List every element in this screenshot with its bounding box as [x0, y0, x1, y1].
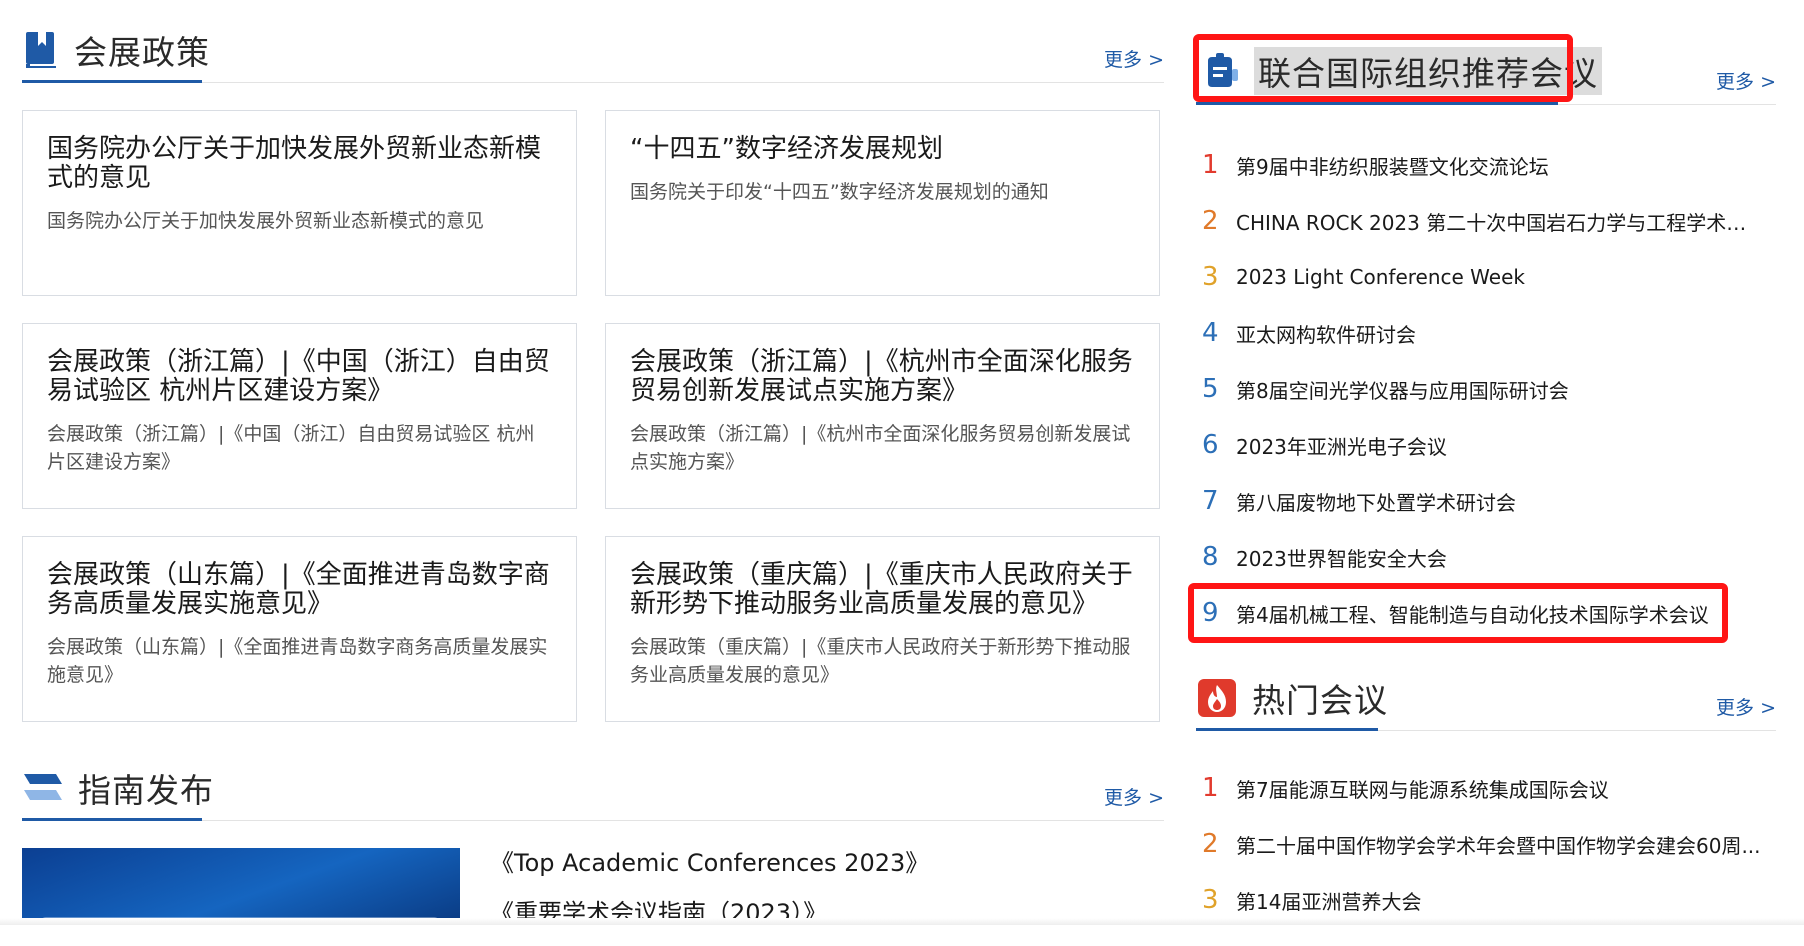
conference-link[interactable]: 第7届能源互联网与能源系统集成国际会议	[1236, 774, 1609, 803]
rank-number: 6	[1202, 430, 1219, 460]
rank-number: 5	[1202, 374, 1219, 404]
rank-number: 4	[1202, 318, 1219, 348]
hot-title-wrap: 热门会议	[1196, 668, 1387, 731]
list-item[interactable]: 2 第二十届中国作物学会学术年会暨中国作物学会建会60周...	[1196, 816, 1776, 872]
rank-number: 3	[1202, 262, 1219, 292]
guide-more-link[interactable]: 更多 >	[1104, 783, 1164, 810]
hot-more-link[interactable]: 更多 >	[1716, 693, 1776, 720]
policy-card-desc: 会展政策（浙江篇）|《中国（浙江）自由贸易试验区 杭州片区建设方案》	[47, 423, 535, 473]
policy-card[interactable]: “十四五”数字经济发展规划 国务院关于印发“十四五”数字经济发展规划的通知	[605, 110, 1160, 296]
policy-card-title[interactable]: 会展政策（重庆篇）|《重庆市人民政府关于新形势下推动服务业高质量发展的意见》	[630, 561, 1135, 619]
intl-title: 联合国际组织推荐会议	[1254, 47, 1602, 95]
policy-card[interactable]: 会展政策（重庆篇）|《重庆市人民政府关于新形势下推动服务业高质量发展的意见》 会…	[605, 536, 1160, 722]
rank-number: 1	[1202, 773, 1219, 803]
conference-link[interactable]: 亚太网构软件研讨会	[1236, 319, 1416, 348]
intl-title-wrap: 联合国际组织推荐会议	[1196, 40, 1602, 105]
conference-link[interactable]: 2023 Light Conference Week	[1236, 265, 1525, 289]
book-icon	[22, 30, 60, 70]
intl-rank-list: 1 第9届中非纺织服装暨文化交流论坛 2 CHINA ROCK 2023 第二十…	[1196, 137, 1776, 641]
policy-card-desc: 会展政策（浙江篇）|《杭州市全面深化服务贸易创新发展试点实施方案》	[630, 423, 1131, 473]
conference-link[interactable]: 第8届空间光学仪器与应用国际研讨会	[1236, 375, 1569, 404]
list-item[interactable]: 5 第8届空间光学仪器与应用国际研讨会	[1196, 361, 1776, 417]
rank-number: 7	[1202, 486, 1219, 516]
policy-card-desc: 会展政策（重庆篇）|《重庆市人民政府关于新形势下推动服务业高质量发展的意见》	[630, 636, 1131, 686]
policy-card-title[interactable]: 会展政策（浙江篇）|《杭州市全面深化服务贸易创新发展试点实施方案》	[630, 348, 1135, 406]
list-item[interactable]: 8 2023世界智能安全大会	[1196, 529, 1776, 585]
list-item[interactable]: 2 CHINA ROCK 2023 第二十次中国岩石力学与工程学术年会	[1196, 193, 1776, 249]
list-item[interactable]: 3 2023 Light Conference Week	[1196, 249, 1776, 305]
guide-banner-image[interactable]	[22, 848, 460, 925]
guide-list: 《Top Academic Conferences 2023》 《重要学术会议指…	[490, 846, 929, 946]
policy-section-header: 会展政策 更多 >	[22, 20, 1164, 83]
guide-title: 指南发布	[78, 771, 214, 810]
conference-link[interactable]: 2023世界智能安全大会	[1236, 543, 1447, 572]
rank-number: 9	[1202, 598, 1219, 628]
recommend-icon	[1200, 51, 1240, 91]
policy-card-desc: 国务院办公厅关于加快发展外贸新业态新模式的意见	[47, 210, 485, 232]
guide-item[interactable]: 《Top Academic Conferences 2023》	[490, 846, 929, 896]
rank-number: 8	[1202, 542, 1219, 572]
guide-section-header: 指南发布 更多 >	[22, 758, 1164, 821]
list-item[interactable]: 1 第7届能源互联网与能源系统集成国际会议	[1196, 760, 1776, 816]
list-item[interactable]: 1 第9届中非纺织服装暨文化交流论坛	[1196, 137, 1776, 193]
policy-card-title[interactable]: 会展政策（山东篇）|《全面推进青岛数字商务高质量发展实施意见》	[47, 561, 552, 619]
guide-title-wrap: 指南发布	[22, 758, 213, 821]
policy-title-wrap: 会展政策	[22, 20, 209, 83]
conference-link[interactable]: 第八届废物地下处置学术研讨会	[1236, 487, 1516, 516]
policy-card-desc: 会展政策（山东篇）|《全面推进青岛数字商务高质量发展实施意见》	[47, 636, 548, 686]
policy-title: 会展政策	[74, 33, 210, 72]
hot-rank-list: 1 第7届能源互联网与能源系统集成国际会议 2 第二十届中国作物学会学术年会暨中…	[1196, 760, 1776, 928]
hot-section-header: 热门会议 更多 >	[1196, 668, 1776, 731]
list-item[interactable]: 4 亚太网构软件研讨会	[1196, 305, 1776, 361]
intl-section-header: 联合国际组织推荐会议 更多 >	[1196, 40, 1776, 105]
list-item[interactable]: 9 第4届机械工程、智能制造与自动化技术国际学术会议	[1196, 585, 1776, 641]
policy-card[interactable]: 会展政策（山东篇）|《全面推进青岛数字商务高质量发展实施意见》 会展政策（山东篇…	[22, 536, 577, 722]
policy-card-title[interactable]: 国务院办公厅关于加快发展外贸新业态新模式的意见	[47, 135, 552, 193]
rank-number: 2	[1202, 206, 1219, 236]
policy-card-desc: 国务院关于印发“十四五”数字经济发展规划的通知	[630, 181, 1049, 203]
policy-more-link[interactable]: 更多 >	[1104, 45, 1164, 72]
hot-title: 热门会议	[1252, 681, 1388, 720]
flame-icon	[1196, 677, 1238, 719]
rank-number: 3	[1202, 885, 1219, 915]
policy-card[interactable]: 国务院办公厅关于加快发展外贸新业态新模式的意见 国务院办公厅关于加快发展外贸新业…	[22, 110, 577, 296]
conference-link[interactable]: 2023年亚洲光电子会议	[1236, 431, 1447, 460]
rank-number: 1	[1202, 150, 1219, 180]
conference-link[interactable]: 第9届中非纺织服装暨文化交流论坛	[1236, 151, 1549, 180]
policy-card-title[interactable]: 会展政策（浙江篇）|《中国（浙江）自由贸易试验区 杭州片区建设方案》	[47, 348, 552, 406]
page-bottom-edge	[0, 918, 1804, 925]
guide-icon	[22, 770, 64, 806]
intl-more-link[interactable]: 更多 >	[1716, 67, 1776, 94]
conference-link[interactable]: 第4届机械工程、智能制造与自动化技术国际学术会议	[1236, 599, 1709, 628]
list-item[interactable]: 7 第八届废物地下处置学术研讨会	[1196, 473, 1776, 529]
policy-card-title[interactable]: “十四五”数字经济发展规划	[630, 135, 1135, 164]
conference-link[interactable]: 第14届亚洲营养大会	[1236, 886, 1421, 915]
conference-link[interactable]: CHINA ROCK 2023 第二十次中国岩石力学与工程学术年会	[1236, 207, 1766, 236]
conference-link[interactable]: 第二十届中国作物学会学术年会暨中国作物学会建会60周...	[1236, 830, 1761, 859]
policy-card[interactable]: 会展政策（浙江篇）|《杭州市全面深化服务贸易创新发展试点实施方案》 会展政策（浙…	[605, 323, 1160, 509]
rank-number: 2	[1202, 829, 1219, 859]
policy-card[interactable]: 会展政策（浙江篇）|《中国（浙江）自由贸易试验区 杭州片区建设方案》 会展政策（…	[22, 323, 577, 509]
list-item[interactable]: 6 2023年亚洲光电子会议	[1196, 417, 1776, 473]
